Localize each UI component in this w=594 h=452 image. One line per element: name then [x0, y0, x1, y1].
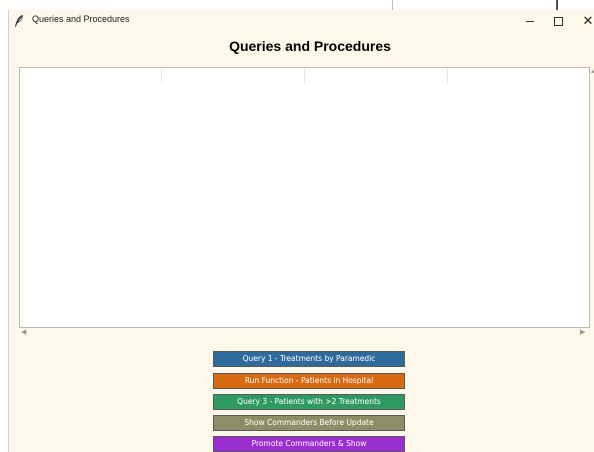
query1-button[interactable]: Query 1 - Treatments by Paramedic	[213, 351, 405, 367]
minimize-icon	[526, 20, 534, 22]
close-button[interactable]: ✕	[573, 12, 594, 30]
column-separator[interactable]	[161, 69, 162, 83]
scroll-right-arrow-icon[interactable]: ▶	[580, 328, 585, 336]
close-icon: ✕	[582, 13, 594, 29]
table-header	[20, 68, 589, 85]
page-title: Queries and Procedures	[229, 38, 391, 54]
window-title: Queries and Procedures	[32, 14, 130, 24]
minimize-button[interactable]	[515, 12, 545, 30]
run-function-button[interactable]: Run Function - Patients in Hospital	[213, 373, 405, 389]
scroll-left-arrow-icon[interactable]: ◀	[21, 328, 26, 336]
queries-window: Queries and Procedures ✕ Queries and Pro…	[8, 10, 594, 452]
maximize-button[interactable]	[543, 12, 573, 30]
column-separator[interactable]	[304, 69, 305, 83]
horizontal-scrollbar[interactable]: ◀ ▶	[19, 328, 588, 340]
feather-icon	[15, 14, 23, 27]
query3-button[interactable]: Query 3 - Patients with >2 Treatments	[213, 394, 405, 410]
promote-commanders-button[interactable]: Promote Commanders & Show	[213, 436, 405, 452]
results-table[interactable]	[19, 67, 590, 328]
show-commanders-button[interactable]: Show Commanders Before Update	[213, 415, 405, 431]
title-bar: Queries and Procedures ✕	[9, 10, 594, 32]
maximize-icon	[553, 16, 563, 26]
column-separator[interactable]	[447, 69, 448, 83]
